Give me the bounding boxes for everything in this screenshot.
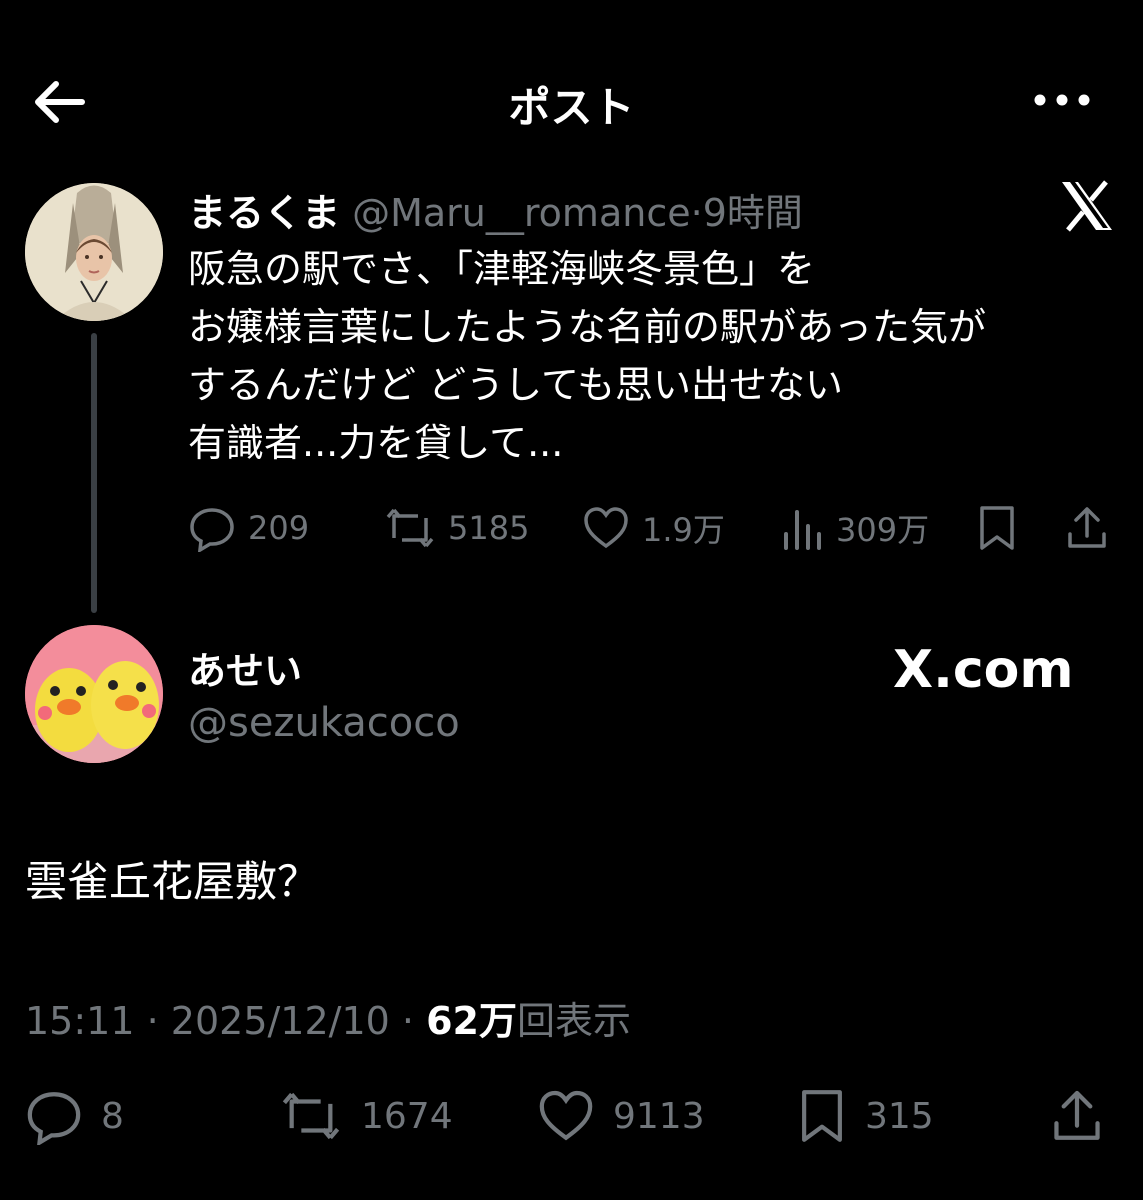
bookmark-button[interactable]: 315 [797,1083,934,1149]
reply-meta: 15:11 · 2025/12/10 · 62万回表示 [25,990,631,1045]
like-count: 1.9万 [642,511,725,549]
reply-count: 209 [248,509,310,547]
share-icon [1068,507,1106,548]
reply-display-name[interactable]: あせい [188,640,302,695]
separator-dot: · [401,999,415,1043]
views-label: 回表示 [517,999,632,1043]
parent-author-line: まるくま @Maru__romance·9時間 [188,182,803,237]
bookmark-icon [802,1090,842,1142]
post-date[interactable]: 2025/12/10 [171,999,390,1043]
share-button[interactable] [1064,500,1110,556]
tweet-line: 阪急の駅でさ、「津軽海峡冬景色」を [188,247,816,291]
xcom-watermark: X.com [893,640,1074,700]
separator-dot: · [146,999,159,1043]
bookmark-count: 315 [865,1095,934,1137]
avatar-parent[interactable] [25,183,163,321]
reply-icon [27,1092,81,1145]
tweet-line: するんだけど どうしても思い出せない [188,363,844,407]
x-logo-icon[interactable] [1058,180,1116,232]
thread-connector [91,333,97,613]
bookmark-icon [980,506,1014,550]
bookmark-button[interactable] [976,500,1018,556]
reply-actions: 8 1674 9113 315 [25,1083,1115,1153]
like-icon [584,507,628,549]
views-icon [784,510,821,550]
more-dots-icon[interactable] [1030,80,1094,120]
like-count: 9113 [613,1095,705,1137]
reply-button[interactable]: 209 [188,500,309,556]
parent-tweet-text: 阪急の駅でさ、「津軽海峡冬景色」を お嬢様言葉にしたような名前の駅があった気が … [188,240,1128,472]
top-bar: ポスト [0,0,1143,163]
repost-button[interactable]: 1674 [279,1083,453,1149]
tweet-line: お嬢様言葉にしたような名前の駅があった気が [188,305,987,349]
like-icon [539,1090,593,1141]
page-title: ポスト [508,83,635,132]
reply-icon [190,508,234,552]
reply-count: 8 [101,1095,124,1137]
display-name[interactable]: まるくま [188,191,340,235]
repost-count: 5185 [448,509,530,547]
repost-icon [282,1092,340,1140]
repost-count: 1674 [361,1095,453,1137]
repost-icon [386,508,434,548]
post-time[interactable]: 15:11 [25,999,135,1043]
views-count: 309万 [836,511,930,549]
like-button[interactable]: 9113 [537,1083,705,1149]
reply-tweet-text: 雲雀丘花屋敷？ [25,857,320,906]
share-button[interactable] [1049,1083,1105,1149]
share-icon [1054,1090,1100,1140]
repost-button[interactable]: 5185 [384,500,529,556]
avatar-reply[interactable] [25,625,163,763]
user-handle[interactable]: @Maru__romance [352,191,690,235]
tweet-line: 有識者...力を貸して... [188,421,564,465]
views-count: 62万 [426,999,517,1043]
like-button[interactable]: 1.9万 [582,500,725,556]
reply-user-handle[interactable]: @sezukacoco [188,700,460,746]
views-button[interactable]: 309万 [780,500,929,556]
separator-dot: · [690,191,703,235]
reply-button[interactable]: 8 [25,1083,124,1149]
post-time[interactable]: 9時間 [703,191,803,235]
parent-actions: 209 5185 1.9万 309万 [188,500,1118,560]
